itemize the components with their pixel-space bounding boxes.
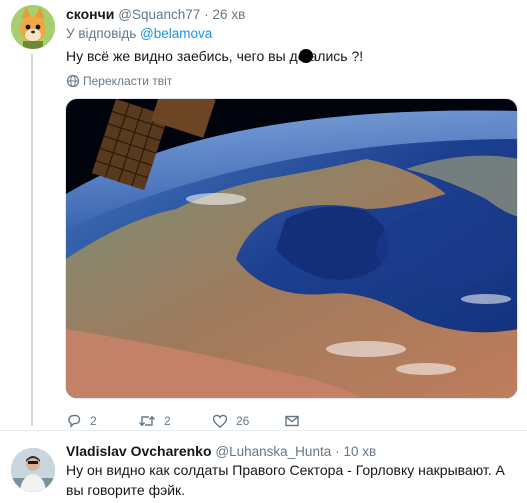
- like-count: 26: [236, 414, 250, 428]
- user-handle[interactable]: @Squanch77: [118, 7, 200, 22]
- reply-prefix: У відповідь: [66, 26, 137, 41]
- separator-dot: ·: [204, 7, 209, 22]
- tweet-header: Vladislav Ovcharenko @Luhanska_Hunta · 1…: [66, 442, 376, 461]
- translate-tweet-link[interactable]: Перекласти твіт: [66, 74, 172, 88]
- timestamp[interactable]: 10 хв: [344, 444, 377, 459]
- retweet-count: 2: [164, 414, 171, 428]
- display-name[interactable]: скончи: [66, 6, 114, 22]
- avatar[interactable]: [11, 448, 55, 492]
- avatar-image: [11, 5, 55, 49]
- user-handle[interactable]: @Luhanska_Hunta: [215, 444, 331, 459]
- thread-line: [31, 54, 33, 426]
- timestamp[interactable]: 26 хв: [213, 7, 246, 22]
- direct-message-button[interactable]: [284, 412, 308, 430]
- reply-mention-link[interactable]: @belamova: [140, 26, 212, 41]
- tweet-header: скончи @Squanch77 · 26 хв: [66, 5, 245, 24]
- tweet-text: Ну всё же видно заебись, чего вы до ались…: [66, 46, 363, 66]
- reply-count: 2: [90, 414, 97, 428]
- tweet-text-part-1: Ну всё же видно заебись, чего вы до: [66, 48, 306, 64]
- reply-button[interactable]: 2: [66, 412, 97, 430]
- tweet-divider: [0, 430, 527, 431]
- translate-label[interactable]: Перекласти твіт: [83, 74, 172, 88]
- retweet-button[interactable]: 2: [138, 412, 171, 430]
- separator-dot: ·: [335, 444, 340, 459]
- like-button[interactable]: 26: [212, 412, 249, 430]
- tweet-text-part-2: ались ?!: [309, 48, 364, 64]
- globe-icon: [66, 74, 80, 88]
- reply-icon: [68, 414, 81, 428]
- avatar-image: [11, 448, 55, 492]
- like-icon: [212, 414, 228, 428]
- display-name[interactable]: Vladislav Ovcharenko: [66, 443, 212, 459]
- tweet-text: Ну он видно как солдаты Правого Сектора …: [66, 462, 505, 498]
- reply-context: У відповідь @belamova: [66, 25, 212, 43]
- direct-message-icon: [285, 415, 299, 427]
- tweet-squanch77[interactable]: скончи @Squanch77 · 26 хв У відповідь @b…: [0, 0, 527, 428]
- tweet-photo[interactable]: [65, 98, 518, 399]
- avatar[interactable]: [11, 5, 55, 49]
- retweet-icon: [138, 415, 156, 427]
- tweet-actions: 2 2 26: [66, 412, 366, 430]
- earth-from-space-photo: [66, 99, 517, 398]
